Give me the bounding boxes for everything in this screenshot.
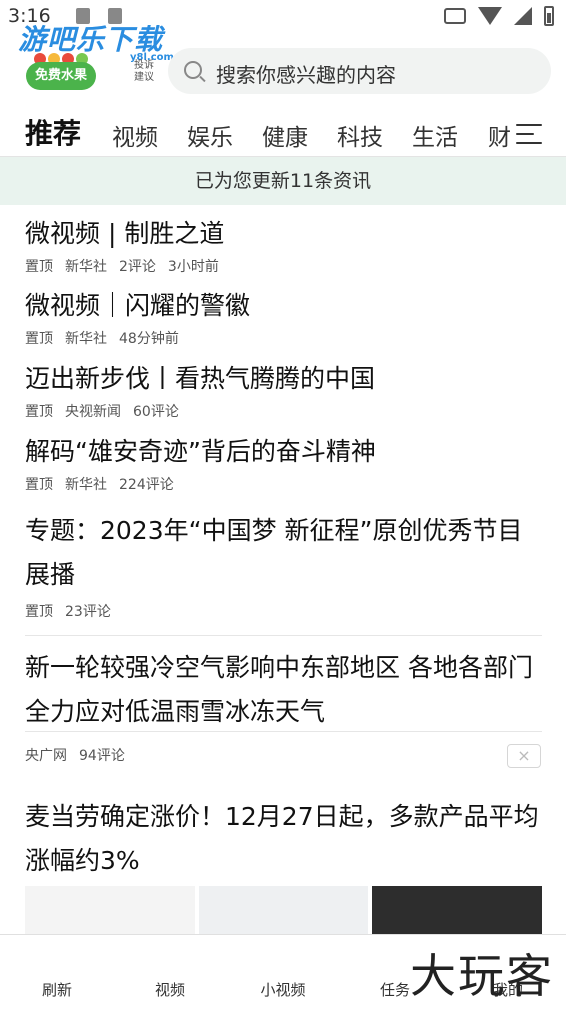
free-fruit-button[interactable]: 免费水果 — [26, 62, 96, 90]
tab-tech[interactable]: 科技 — [337, 118, 383, 152]
news-meta: 央广网 94评论 — [25, 745, 545, 765]
status-icons — [444, 6, 554, 26]
news-item[interactable]: 新一轮较强冷空气影响中东部地区 各地各部门全力应对低温雨雪冰冻天气 — [25, 646, 545, 734]
news-comments: 94评论 — [79, 748, 125, 764]
battery-icon — [544, 6, 554, 26]
divider — [25, 635, 542, 636]
search-input[interactable]: 搜索你感兴趣的内容 — [168, 48, 551, 94]
pinned-tag: 置顶 — [25, 477, 53, 493]
pinned-tag: 置顶 — [25, 604, 53, 620]
news-meta: 置顶 新华社 48分钟前 — [25, 328, 545, 348]
news-title: 微视频｜闪耀的警徽 — [25, 291, 251, 320]
pinned-tag: 置顶 — [25, 331, 53, 347]
pinned-tag: 置顶 — [25, 259, 53, 275]
news-comments: 60评论 — [133, 404, 179, 420]
news-title: 迈出新步伐丨看热气腾腾的中国 — [25, 364, 376, 393]
nav-video[interactable]: 视频 — [130, 979, 210, 1000]
news-meta: 置顶 23评论 — [25, 601, 545, 621]
tab-video[interactable]: 视频 — [112, 118, 158, 152]
news-source: 新华社 — [65, 259, 107, 275]
news-title: 专题：2023年“中国梦 新征程”原创优秀节目展播 — [25, 516, 523, 589]
tab-entertainment[interactable]: 娱乐 — [187, 118, 233, 152]
news-comments: 2评论 — [119, 259, 156, 275]
news-meta: 置顶 新华社 224评论 — [25, 474, 545, 494]
news-source: 央广网 — [25, 748, 67, 764]
category-tabs: 推荐 视频 娱乐 健康 科技 生活 财 — [0, 108, 566, 157]
news-item[interactable]: 解码“雄安奇迹”背后的奋斗精神 置顶 新华社 224评论 — [25, 430, 545, 494]
thumbnail-image — [25, 886, 195, 936]
tab-health[interactable]: 健康 — [262, 118, 308, 152]
divider — [25, 731, 542, 732]
nav-refresh[interactable]: 刷新 — [17, 979, 97, 1000]
news-item[interactable]: 麦当劳确定涨价！12月27日起，多款产品平均涨幅约3% — [25, 795, 545, 883]
thumbnail-image — [198, 886, 369, 936]
news-item[interactable]: 专题：2023年“中国梦 新征程”原创优秀节目展播 置顶 23评论 — [25, 509, 545, 621]
vibrate-icon — [444, 8, 466, 24]
brand-watermark: 大玩客 — [410, 949, 554, 1003]
news-source: 新华社 — [65, 477, 107, 493]
news-source: 新华社 — [65, 331, 107, 347]
news-item[interactable]: 微视频 | 制胜之道 置顶 新华社 2评论 3小时前 — [25, 212, 545, 276]
news-source: 央视新闻 — [65, 404, 121, 420]
news-thumbnails[interactable] — [25, 886, 543, 936]
news-title: 微视频 | 制胜之道 — [25, 219, 225, 248]
news-item[interactable]: 迈出新步伐丨看热气腾腾的中国 置顶 央视新闻 60评论 — [25, 357, 545, 421]
news-time: 48分钟前 — [119, 331, 179, 347]
pinned-tag: 置顶 — [25, 404, 53, 420]
news-time: 3小时前 — [167, 259, 219, 275]
news-meta: 置顶 新华社 2评论 3小时前 — [25, 256, 545, 276]
thumbnail-image — [372, 886, 543, 936]
news-title: 麦当劳确定涨价！12月27日起，多款产品平均涨幅约3% — [25, 802, 539, 875]
news-title: 解码“雄安奇迹”背后的奋斗精神 — [25, 437, 376, 466]
tab-recommend[interactable]: 推荐 — [25, 112, 81, 152]
news-title: 新一轮较强冷空气影响中东部地区 各地各部门全力应对低温雨雪冰冻天气 — [25, 653, 533, 726]
news-comments: 224评论 — [119, 477, 174, 493]
tab-life[interactable]: 生活 — [412, 118, 458, 152]
news-meta: 置顶 央视新闻 60评论 — [25, 401, 545, 421]
update-banner: 已为您更新11条资讯 — [0, 157, 566, 205]
search-icon — [184, 61, 202, 79]
tab-finance[interactable]: 财 — [488, 118, 511, 152]
news-meta-row: 央广网 94评论 — [25, 745, 545, 765]
feedback-button[interactable]: 投诉 建议 — [128, 60, 160, 84]
signal-icon — [514, 7, 532, 25]
menu-icon[interactable] — [516, 124, 542, 144]
wifi-icon — [478, 7, 502, 25]
dismiss-button[interactable]: × — [507, 744, 541, 768]
news-comments: 23评论 — [65, 604, 111, 620]
search-placeholder: 搜索你感兴趣的内容 — [216, 63, 396, 87]
nav-short-video[interactable]: 小视频 — [243, 979, 323, 1000]
news-item[interactable]: 微视频｜闪耀的警徽 置顶 新华社 48分钟前 — [25, 284, 545, 348]
